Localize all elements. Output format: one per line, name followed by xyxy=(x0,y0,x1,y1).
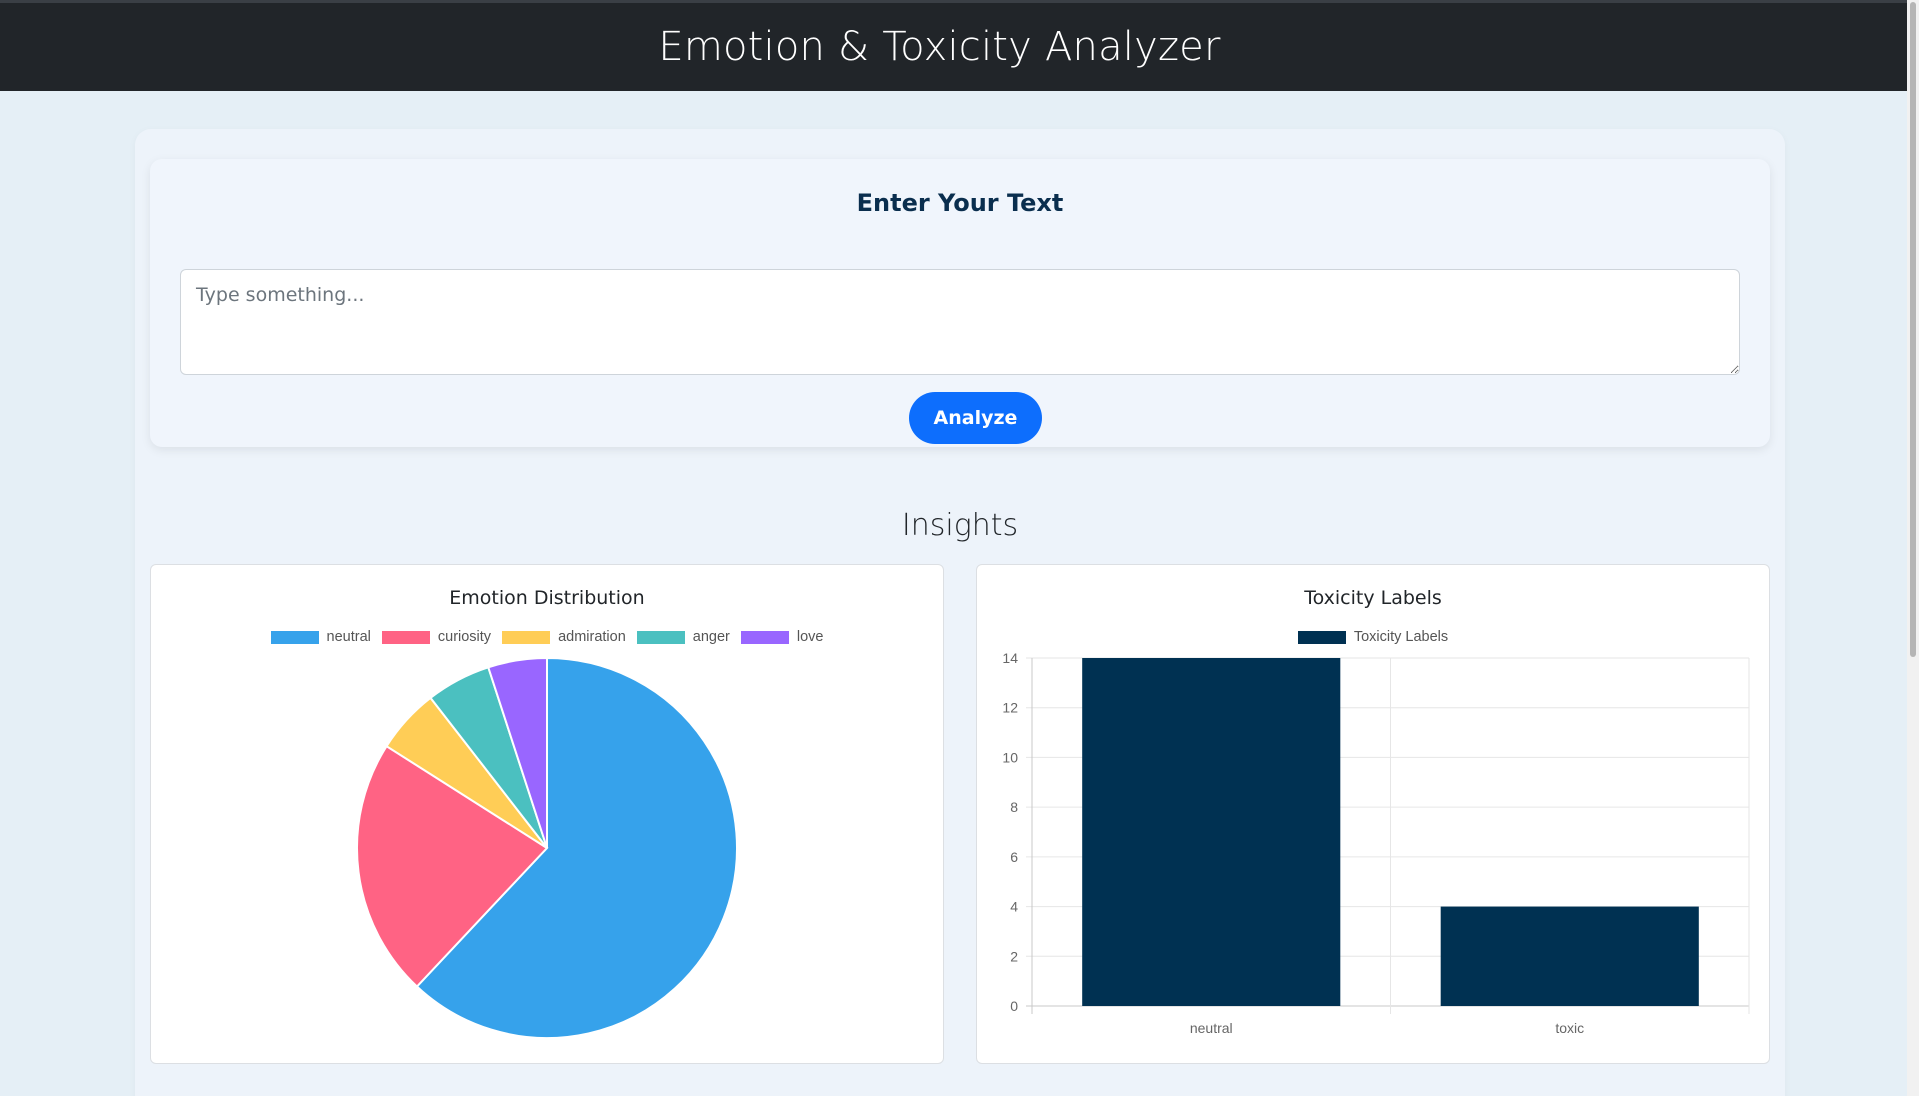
input-heading: Enter Your Text xyxy=(856,189,1064,217)
app-title: Emotion & Toxicity Analyzer xyxy=(658,24,1221,70)
y-tick-label: 0 xyxy=(1010,998,1018,1014)
toxicity-chart-card: Toxicity Labels Toxicity Labels 0 2 4 6 8 10 1… xyxy=(976,564,1770,1064)
toxicity-bar-chart: 0 2 4 6 8 10 12 14 neutral toxic xyxy=(1002,650,1750,1036)
bar-neutral[interactable] xyxy=(1082,658,1341,1006)
y-tick-label: 2 xyxy=(1010,948,1018,964)
app-header: Emotion & Toxicity Analyzer xyxy=(0,0,1919,91)
y-tick-label: 4 xyxy=(1010,899,1018,915)
text-input-card: Enter Your Text Analyze xyxy=(150,159,1770,447)
text-input[interactable] xyxy=(180,269,1740,375)
x-tick-label: neutral xyxy=(1190,1020,1233,1036)
analyze-button[interactable]: Analyze xyxy=(909,392,1042,444)
bar-toxic[interactable] xyxy=(1440,906,1699,1006)
page-scrollbar[interactable] xyxy=(1907,0,1919,1096)
y-tick-label: 12 xyxy=(1002,700,1018,716)
y-tick-label: 10 xyxy=(1002,749,1018,765)
x-tick-label: toxic xyxy=(1555,1020,1584,1036)
y-tick-label: 8 xyxy=(1010,799,1018,815)
emotion-chart-card: Emotion Distribution neutral curiosity adm… xyxy=(150,564,944,1064)
scrollbar-thumb[interactable] xyxy=(1910,2,1916,657)
insights-title: Insights xyxy=(901,508,1019,543)
emotion-pie-chart xyxy=(356,656,738,1039)
y-tick-label: 14 xyxy=(1002,650,1018,666)
y-tick-label: 6 xyxy=(1010,849,1018,865)
main-container: Enter Your Text Analyze Insights Emotion… xyxy=(135,129,1785,1096)
